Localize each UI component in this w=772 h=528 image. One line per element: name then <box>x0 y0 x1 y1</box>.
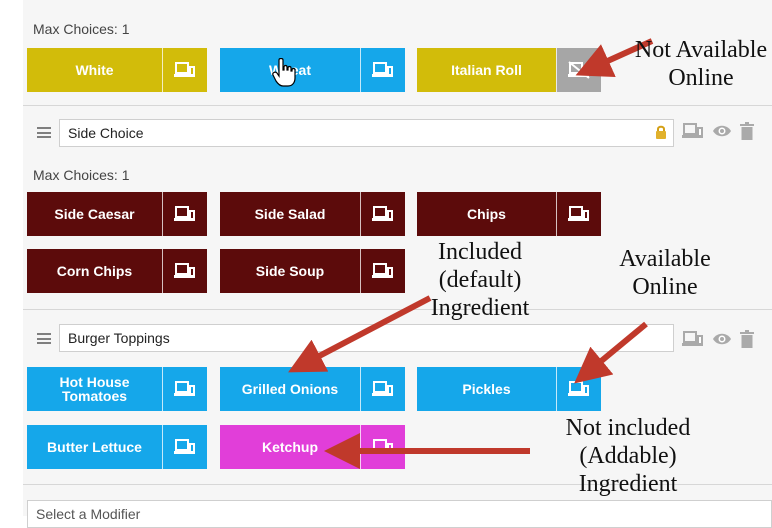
annotation-available: Available Online <box>619 246 711 300</box>
annotation-not-included: Not included (Addable) Ingredient <box>565 415 691 497</box>
arrow-available <box>574 321 648 384</box>
annotation-not-available: Not Available Online <box>634 37 768 91</box>
annotation-included: Included (default) Ingredient <box>430 239 530 321</box>
